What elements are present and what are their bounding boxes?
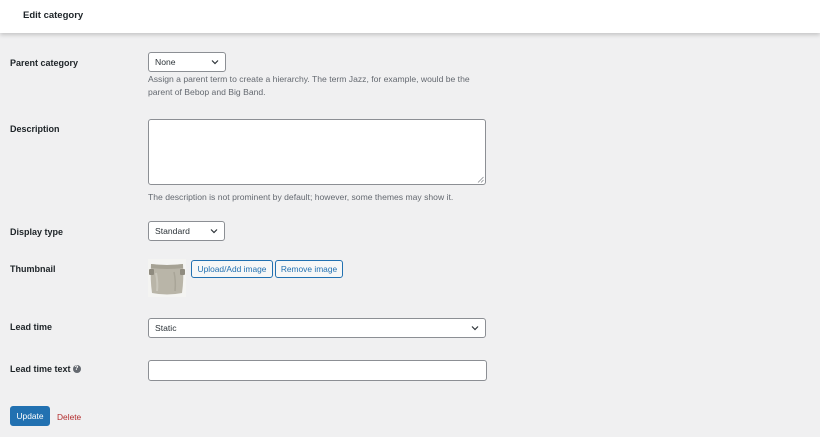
thumbnail-label: Thumbnail bbox=[10, 264, 56, 274]
chevron-down-icon bbox=[210, 229, 218, 234]
page-header: Edit category bbox=[0, 0, 820, 33]
display-type-label: Display type bbox=[10, 227, 64, 237]
lead-time-value: Static bbox=[155, 323, 177, 333]
lead-time-text-label: Lead time text ? bbox=[10, 364, 81, 374]
delete-link[interactable]: Delete bbox=[57, 412, 81, 422]
chevron-down-icon bbox=[211, 60, 219, 65]
description-label: Description bbox=[10, 124, 60, 134]
parent-category-help: Assign a parent term to create a hierarc… bbox=[148, 74, 470, 97]
page-title: Edit category bbox=[23, 10, 84, 21]
description-textarea[interactable] bbox=[148, 119, 486, 185]
upload-image-button[interactable]: Upload/Add image bbox=[191, 260, 273, 278]
lead-time-text-label-text: Lead time text bbox=[10, 364, 71, 374]
lead-time-text-input[interactable] bbox=[148, 360, 487, 381]
help-icon[interactable]: ? bbox=[72, 365, 81, 373]
description-help: The description is not prominent by defa… bbox=[148, 192, 454, 202]
thumbnail-image bbox=[148, 259, 186, 297]
display-type-value: Standard bbox=[155, 226, 190, 236]
resize-grip-icon[interactable] bbox=[477, 176, 484, 183]
parent-category-select[interactable]: None bbox=[148, 52, 226, 72]
chevron-down-icon bbox=[471, 326, 479, 331]
lead-time-select[interactable]: Static bbox=[148, 318, 486, 338]
display-type-select[interactable]: Standard bbox=[148, 221, 225, 241]
thumbnail-planter-icon bbox=[148, 259, 186, 297]
parent-category-label: Parent category bbox=[10, 58, 79, 68]
lead-time-label: Lead time bbox=[10, 322, 53, 332]
parent-category-value: None bbox=[155, 57, 176, 67]
update-button[interactable]: Update bbox=[10, 406, 50, 426]
remove-image-button[interactable]: Remove image bbox=[275, 260, 343, 278]
